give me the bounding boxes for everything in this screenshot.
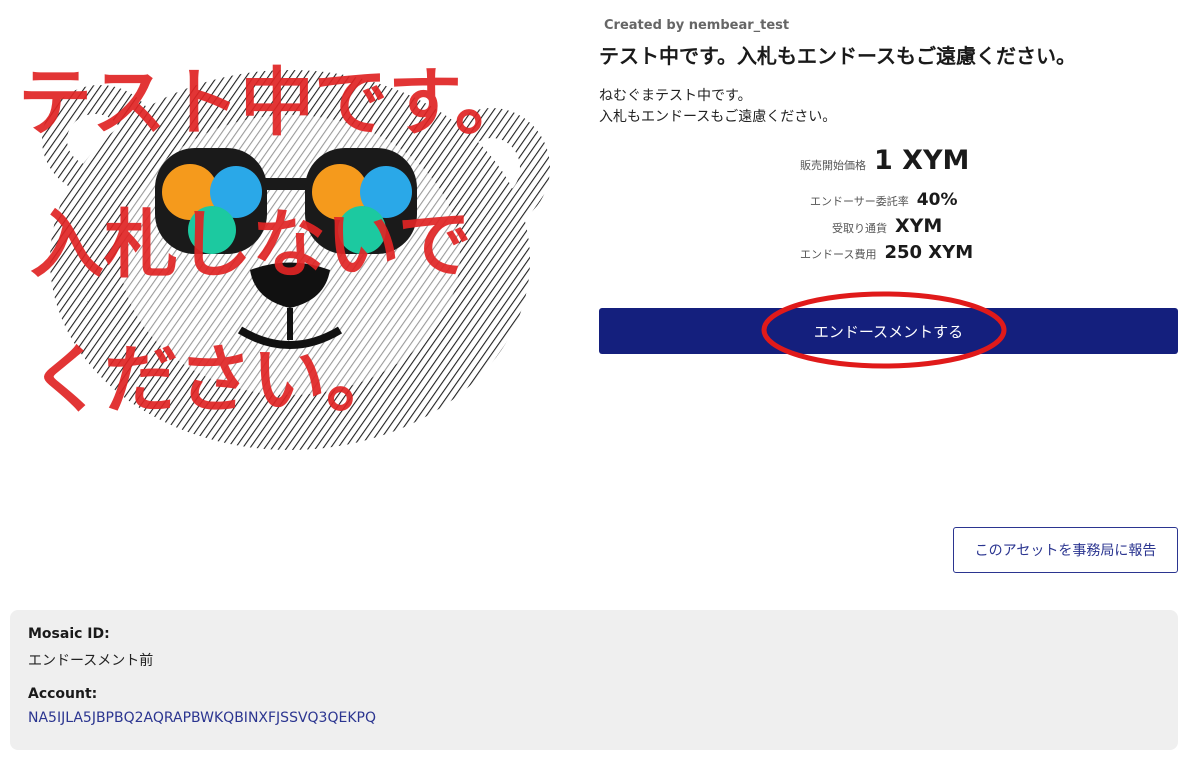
asset-artwork: テスト中です。 入札しないで ください。 xyxy=(0,30,580,460)
artwork-overlay-line-3: ください。 xyxy=(30,337,400,423)
creator-name[interactable]: nembear_test xyxy=(689,18,789,33)
stat-currency-label: 受取り通貨 xyxy=(832,222,887,235)
endorse-button[interactable]: エンドースメントする xyxy=(599,308,1178,354)
asset-info-panel: Mosaic ID: エンドースメント前 Account: NA5IJLA5JB… xyxy=(10,610,1178,750)
stat-commission-value: 40% xyxy=(916,190,958,210)
stat-endorse-fee: エンドース費用 250 XYM xyxy=(800,242,973,263)
asset-description: ねむぐまテスト中です。 入札もエンドースもご遠慮ください。 xyxy=(599,86,836,128)
creator-prefix: Created by xyxy=(604,18,685,33)
stat-start-price-value: 1 XYM xyxy=(874,145,970,176)
stat-currency-value: XYM xyxy=(895,215,943,237)
stat-endorse-fee-value: 250 XYM xyxy=(884,242,974,263)
account-link[interactable]: NA5IJLA5JBPBQ2AQRAPBWKQBINXFJSSVQ3QEKPQ xyxy=(28,710,376,726)
artwork-overlay-line-1: テスト中です。 xyxy=(18,60,529,146)
stat-commission: エンドーサー委託率 40% xyxy=(810,190,957,210)
mosaic-id-value: エンドースメント前 xyxy=(28,653,154,669)
stat-currency: 受取り通貨 XYM xyxy=(832,215,942,237)
account-label: Account: xyxy=(28,686,98,702)
asset-title: テスト中です。入札もエンドースもご遠慮ください。 xyxy=(599,44,1076,68)
mosaic-id-label: Mosaic ID: xyxy=(28,626,110,642)
stat-start-price: 販売開始価格 1 XYM xyxy=(800,145,969,176)
stat-start-price-label: 販売開始価格 xyxy=(800,159,866,172)
report-asset-button[interactable]: このアセットを事務局に報告 xyxy=(953,527,1178,573)
stat-commission-label: エンドーサー委託率 xyxy=(810,195,909,208)
account-value-wrapper: NA5IJLA5JBPBQ2AQRAPBWKQBINXFJSSVQ3QEKPQ xyxy=(28,710,376,726)
creator-line: Created by nembear_test xyxy=(604,18,789,33)
stat-endorse-fee-label: エンドース費用 xyxy=(800,248,877,261)
description-line-2: 入札もエンドースもご遠慮ください。 xyxy=(599,109,837,125)
description-line-1: ねむぐまテスト中です。 xyxy=(599,88,752,104)
artwork-overlay-line-2: 入札しないで xyxy=(30,202,472,288)
